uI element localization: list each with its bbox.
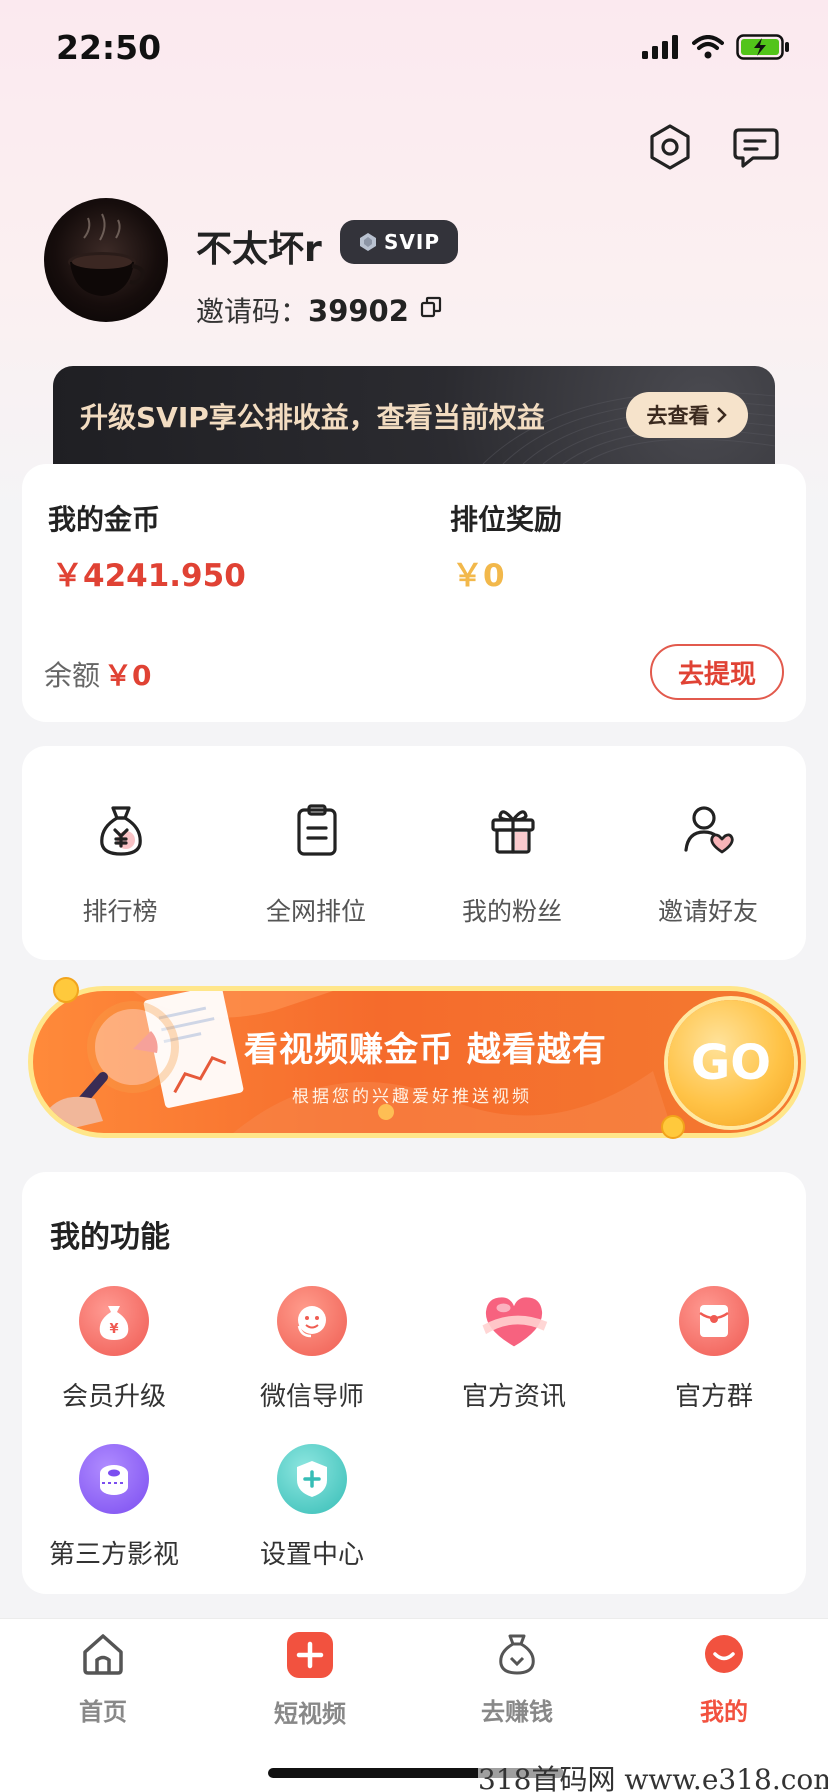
status-icons (642, 34, 790, 60)
balance-label: 余额 (44, 659, 101, 692)
shortcut-label: 排行榜 (82, 897, 158, 926)
shortcuts-card: 排行榜 全网排位 我的粉丝 邀请好友 (22, 746, 806, 960)
tab-mine[interactable]: 我的 (649, 1630, 799, 1727)
coffee-cup-image (68, 213, 145, 296)
wifi-icon (692, 35, 724, 59)
withdraw-button[interactable]: 去提现 (650, 644, 784, 700)
invite-code: 39902 (308, 294, 409, 328)
feature-label: 会员升级 (61, 1382, 166, 1412)
banner-title: 看视频赚金币 越看越有 (244, 1030, 607, 1070)
shield-plus-icon (277, 1444, 347, 1514)
plus-icon (287, 1632, 333, 1678)
message-icon[interactable] (731, 122, 781, 172)
coin-icon (53, 977, 79, 1003)
chevron-right-icon (716, 407, 727, 423)
red-packet-icon (679, 1286, 749, 1356)
copy-icon[interactable] (420, 296, 442, 318)
shortcut-label: 邀请好友 (657, 897, 758, 926)
feature-member-upgrade[interactable]: ¥ 会员升级 (14, 1286, 214, 1413)
signal-icon (642, 35, 678, 59)
promo-view-label: 去查看 (646, 404, 710, 428)
film-icon (79, 1444, 149, 1514)
invite-code-row: 邀请码：39902 (196, 290, 409, 330)
feature-label: 第三方影视 (48, 1540, 179, 1570)
diamond-icon (360, 233, 376, 251)
home-icon (83, 1634, 123, 1675)
user-heart-icon (684, 806, 734, 854)
coin-icon (661, 1115, 685, 1139)
reward-value: ￥0 (452, 558, 505, 594)
gift-icon (491, 810, 535, 854)
tab-earn-money[interactable]: 去赚钱 (442, 1630, 592, 1727)
smile-icon (705, 1635, 743, 1673)
heart-icon (479, 1286, 549, 1356)
shortcut-label: 我的粉丝 (461, 897, 562, 926)
coins-value: ￥4241.950 (52, 558, 246, 594)
status-time: 22:50 (56, 28, 162, 67)
feature-settings-center[interactable]: 设置中心 (212, 1444, 412, 1571)
tab-label: 短视频 (274, 1700, 346, 1728)
feature-label: 官方群 (674, 1382, 753, 1412)
avatar[interactable] (44, 198, 168, 322)
tab-home[interactable]: 首页 (28, 1630, 178, 1727)
headset-icon (277, 1286, 347, 1356)
tab-label: 首页 (79, 1698, 127, 1726)
promo-view-button[interactable]: 去查看 (626, 392, 748, 438)
money-bag-icon: ¥ (79, 1286, 149, 1356)
tab-short-video[interactable]: 短视频 (235, 1630, 385, 1729)
feature-label: 设置中心 (259, 1540, 364, 1570)
feature-third-party-video[interactable]: 第三方影视 (14, 1444, 214, 1571)
battery-icon (736, 34, 789, 60)
feature-official-group[interactable]: 官方群 (614, 1286, 814, 1413)
settings-icon[interactable] (645, 122, 695, 172)
invite-label: 邀请码： (196, 295, 309, 328)
go-button[interactable]: GO (668, 1000, 794, 1126)
earn-icon (499, 1634, 535, 1675)
banner-subtitle: 根据您的兴趣爱好推送视频 (292, 1087, 532, 1107)
balance-row: 余额 ￥0 (44, 654, 152, 694)
clipboard-icon (297, 804, 337, 856)
shortcut-label: 全网排位 (265, 897, 366, 926)
balance-value: ￥0 (104, 659, 152, 692)
watermark: 318首码网 www.e318.com (478, 1758, 828, 1792)
svip-badge: SVIP (340, 220, 458, 264)
coins-label: 我的金币 (48, 503, 161, 536)
reward-label: 排位奖励 (450, 503, 563, 536)
promo-text: 升级SVIP享公排收益，查看当前权益 (80, 401, 545, 434)
tab-label: 我的 (700, 1698, 748, 1726)
feature-label: 微信导师 (259, 1382, 364, 1412)
money-bag-icon (100, 806, 142, 856)
username: 不太坏r (196, 229, 322, 270)
feature-wechat-mentor[interactable]: 微信导师 (212, 1286, 412, 1413)
svip-badge-label: SVIP (384, 230, 440, 254)
tab-label: 去赚钱 (481, 1698, 553, 1726)
features-title: 我的功能 (50, 1220, 170, 1255)
svg-text:¥: ¥ (109, 1322, 118, 1337)
feature-official-news[interactable]: 官方资讯 (414, 1286, 614, 1413)
feature-label: 官方资讯 (461, 1382, 566, 1412)
